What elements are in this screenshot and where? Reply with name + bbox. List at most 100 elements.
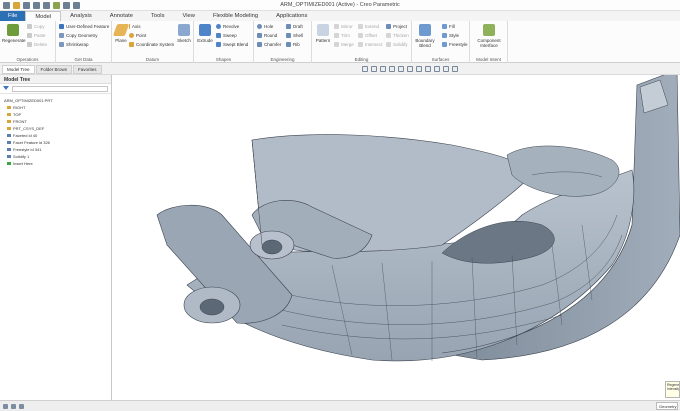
zoom-out-icon[interactable] [380, 66, 386, 72]
swept-blend-icon [216, 42, 221, 48]
offset-button[interactable]: Offset [358, 33, 377, 39]
group-label-datum[interactable]: Datum [112, 57, 193, 62]
tab-favorites[interactable]: Favorites [73, 65, 102, 74]
datum-display-icon[interactable] [434, 66, 440, 72]
group-label-shapes[interactable]: Shapes [194, 57, 253, 62]
tab-folder-browser[interactable]: Folder Brows [35, 65, 73, 74]
toggle-browser-icon[interactable] [11, 404, 16, 409]
solidify-button[interactable]: Solidify [386, 42, 408, 48]
tab-tools[interactable]: Tools [142, 11, 174, 21]
group-label-editing[interactable]: Editing [312, 57, 411, 62]
boundary-blend-icon [419, 24, 431, 36]
selection-filter[interactable]: Geometry [656, 402, 678, 410]
shell-button[interactable]: Shell [286, 33, 303, 39]
fill-button[interactable]: Fill [442, 24, 455, 30]
intersect-button[interactable]: Intersect [358, 42, 382, 48]
extrude-button[interactable]: Extrude [196, 24, 214, 43]
copy-geometry-button[interactable]: Copy Geometry [59, 33, 98, 39]
annotation-display-icon[interactable] [443, 66, 449, 72]
coordinate-system-button[interactable]: Coordinate System [129, 42, 174, 48]
tree-item[interactable]: TOP [0, 111, 111, 118]
full-screen-icon[interactable] [19, 404, 24, 409]
project-button[interactable]: Project [386, 24, 408, 30]
extrude-label: Extrude [197, 38, 213, 43]
paste-button[interactable]: Paste [27, 33, 46, 39]
tree-item[interactable]: PRT_CSYS_DEF [0, 125, 111, 132]
sketch-button[interactable]: Sketch [176, 24, 192, 43]
freestyle-button[interactable]: Freestyle [442, 42, 468, 48]
hole-icon [257, 24, 262, 30]
mirror-button[interactable]: Mirror [334, 24, 353, 30]
extend-button[interactable]: Extend [358, 24, 379, 30]
sweep-button[interactable]: Sweep [216, 33, 237, 39]
filter-icon[interactable] [3, 86, 9, 91]
spin-center-icon[interactable] [452, 66, 458, 72]
rib-button[interactable]: Rib [286, 42, 300, 48]
round-button[interactable]: Round [257, 33, 277, 39]
group-datum: Plane Axis Point Coordinate System Sketc… [112, 21, 194, 63]
tab-applications[interactable]: Applications [267, 11, 316, 21]
copy-button[interactable]: Copy [27, 24, 45, 30]
tree-item[interactable]: FRONT [0, 118, 111, 125]
perspective-icon[interactable] [425, 66, 431, 72]
project-label: Project [393, 24, 408, 29]
tree-search-input[interactable] [12, 85, 108, 92]
merge-button[interactable]: Merge [334, 42, 354, 48]
group-label-surfaces[interactable]: Surfaces [412, 57, 469, 62]
status-bar: Geometry [0, 400, 680, 411]
zoom-in-icon[interactable] [371, 66, 377, 72]
part-model[interactable] [112, 75, 680, 400]
tree-item[interactable]: Faceted id 40 [0, 132, 111, 139]
swept-blend-button[interactable]: Swept Blend [216, 42, 248, 48]
tree-item[interactable]: Freestyle id 341 [0, 146, 111, 153]
tree-item[interactable]: Insert Here [0, 160, 111, 167]
fill-icon [442, 24, 447, 30]
delete-button[interactable]: Delete [27, 42, 47, 48]
tab-model-tree[interactable]: Model Tree [2, 65, 35, 74]
trim-button[interactable]: Trim [334, 33, 350, 39]
point-button[interactable]: Point [129, 33, 147, 39]
plane-button[interactable]: Plane [112, 24, 130, 43]
offset-label: Offset [365, 33, 377, 38]
tree-item[interactable]: Facet Feature id 326 [0, 139, 111, 146]
style-button[interactable]: Style [442, 33, 459, 39]
feature-icon [7, 162, 11, 165]
axis-button[interactable]: Axis [129, 24, 141, 30]
tab-flexible-modeling[interactable]: Flexible Modeling [204, 11, 267, 21]
chamfer-button[interactable]: Chamfer [257, 42, 281, 48]
tree-item[interactable]: Solidify 1 [0, 153, 111, 160]
tree-item[interactable]: RIGHT [0, 104, 111, 111]
copy-label: Copy [34, 24, 45, 29]
tree-root-item[interactable]: ARM_OPTIMIZED001.PRT [0, 97, 111, 104]
coordinate-system-icon [129, 42, 134, 48]
regenerate-button[interactable]: Regenerate [2, 24, 26, 43]
group-label-get-data[interactable]: Get Data [56, 57, 111, 62]
group-label-operations[interactable]: Operations [0, 57, 55, 62]
shrinkwrap-button[interactable]: Shrinkwrap [59, 42, 89, 48]
boundary-blend-button[interactable]: Boundary Blend [414, 24, 436, 48]
chamfer-icon [257, 42, 262, 48]
udf-button[interactable]: User-Defined Feature [59, 24, 109, 30]
saved-orientations-icon[interactable] [407, 66, 413, 72]
component-interface-button[interactable]: Component Interface [472, 24, 506, 48]
display-style-icon[interactable] [398, 66, 404, 72]
component-interface-label: Component Interface [477, 38, 501, 48]
tab-model[interactable]: Model [25, 11, 62, 21]
tab-view[interactable]: View [174, 11, 204, 21]
thicken-button[interactable]: Thicken [386, 33, 409, 39]
toggle-navigator-icon[interactable] [3, 404, 8, 409]
hole-button[interactable]: Hole [257, 24, 273, 30]
point-label: Point [136, 33, 147, 38]
draft-button[interactable]: Draft [286, 24, 303, 30]
repaint-icon[interactable] [389, 66, 395, 72]
refit-icon[interactable] [362, 66, 368, 72]
group-label-engineering[interactable]: Engineering [254, 57, 311, 62]
view-manager-icon[interactable] [416, 66, 422, 72]
group-label-model-intent[interactable]: Model Intent [470, 57, 507, 62]
revolve-button[interactable]: Revolve [216, 24, 239, 30]
tab-file[interactable]: File [0, 11, 26, 21]
graphics-viewport[interactable] [112, 75, 680, 400]
pattern-button[interactable]: Pattern [314, 24, 332, 43]
tab-annotate[interactable]: Annotate [101, 11, 142, 21]
tab-analysis[interactable]: Analysis [61, 11, 101, 21]
